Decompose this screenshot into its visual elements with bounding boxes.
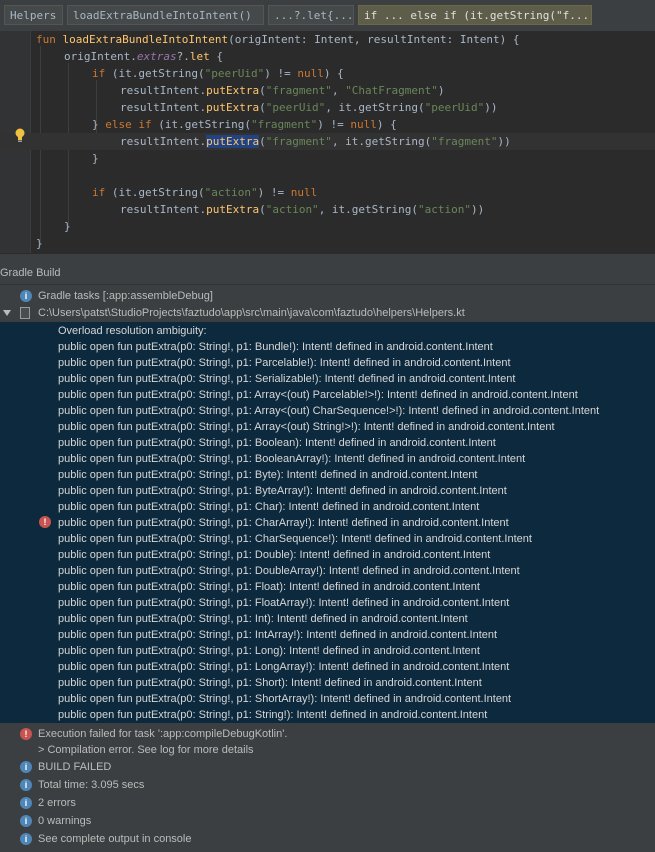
error-line: public open fun putExtra(p0: String!, p1…	[58, 405, 600, 417]
info-icon: i	[20, 761, 32, 773]
error-line: public open fun putExtra(p0: String!, p1…	[58, 357, 511, 369]
build-summary: ! Execution failed for task ':app:compil…	[0, 723, 655, 852]
code-line-1: fun loadExtraBundleIntoIntent(origIntent…	[36, 33, 520, 46]
info-icon: i	[20, 290, 32, 302]
error-line: public open fun putExtra(p0: String!, p1…	[58, 501, 480, 513]
breadcrumb-if-else[interactable]: if ... else if (it.getString("f...	[358, 5, 592, 25]
code-line-11: }	[64, 220, 71, 233]
error-line: public open fun putExtra(p0: String!, p1…	[58, 693, 512, 705]
error-line: public open fun putExtra(p0: String!, p1…	[58, 453, 526, 465]
error-line: public open fun putExtra(p0: String!, p1…	[58, 469, 478, 481]
panel-splitter[interactable]	[0, 253, 655, 264]
error-line: public open fun putExtra(p0: String!, p1…	[58, 709, 488, 721]
code-line-5: resultIntent.putExtra("peerUid", it.getS…	[120, 101, 498, 114]
error-line: public open fun putExtra(p0: String!, p1…	[58, 517, 509, 529]
tree-row-compile-error[interactable]: > Compilation error. See log for more de…	[0, 741, 655, 759]
code-line-7-current: resultIntent.putExtra("fragment", it.get…	[0, 133, 655, 150]
info-icon: i	[20, 815, 32, 827]
tree-row-file-path[interactable]: C:\Users\patst\StudioProjects\faztudo\ap…	[0, 304, 655, 322]
code-line-10: resultIntent.putExtra("action", it.getSt…	[120, 203, 485, 216]
error-line: public open fun putExtra(p0: String!, p1…	[58, 565, 520, 577]
code-line-2: origIntent.extras?.let {	[64, 50, 223, 63]
code-line-3: if (it.getString("peerUid") != null) {	[92, 67, 344, 80]
error-highlight: putExtra	[206, 135, 260, 148]
error-line: public open fun putExtra(p0: String!, p1…	[58, 613, 468, 625]
tree-row-errors[interactable]: i 2 errors	[0, 794, 655, 812]
error-line: public open fun putExtra(p0: String!, p1…	[58, 421, 555, 433]
error-line: public open fun putExtra(p0: String!, p1…	[58, 437, 496, 449]
error-line: public open fun putExtra(p0: String!, p1…	[58, 341, 493, 353]
error-line: public open fun putExtra(p0: String!, p1…	[58, 645, 480, 657]
gradle-build-header: Gradle Build	[0, 264, 655, 285]
tree-row-total-time[interactable]: i Total time: 3.095 secs	[0, 776, 655, 794]
error-line: public open fun putExtra(p0: String!, p1…	[58, 549, 491, 561]
code-line-4: resultIntent.putExtra("fragment", "ChatF…	[120, 84, 445, 97]
breadcrumb-helpers[interactable]: Helpers	[4, 5, 63, 25]
error-line: public open fun putExtra(p0: String!, p1…	[58, 533, 532, 545]
code-line-9: if (it.getString("action") != null	[92, 186, 318, 199]
error-line: public open fun putExtra(p0: String!, p1…	[58, 581, 480, 593]
error-line: public open fun putExtra(p0: String!, p1…	[58, 597, 510, 609]
info-icon: i	[20, 833, 32, 845]
error-line: public open fun putExtra(p0: String!, p1…	[58, 485, 507, 497]
error-line: public open fun putExtra(p0: String!, p1…	[58, 677, 482, 689]
tree-row-see-output[interactable]: i See complete output in console	[0, 830, 655, 848]
tree-row-gradle-tasks[interactable]: i Gradle tasks [:app:assembleDebug]	[0, 287, 655, 305]
tree-row-warnings[interactable]: i 0 warnings	[0, 812, 655, 830]
error-line: public open fun putExtra(p0: String!, p1…	[58, 661, 510, 673]
error-line: Overload resolution ambiguity:	[58, 325, 207, 337]
breadcrumb-let-block[interactable]: ...?.let{...}	[268, 5, 354, 25]
breadcrumb-function[interactable]: loadExtraBundleIntoIntent()	[67, 5, 264, 25]
info-icon: i	[20, 797, 32, 809]
code-line-6: } else if (it.getString("fragment") != n…	[92, 118, 397, 131]
panel-title: Gradle Build	[0, 267, 61, 279]
breadcrumb-bar: Helpers loadExtraBundleIntoIntent() ...?…	[0, 0, 655, 31]
code-line-8: }	[92, 152, 99, 165]
error-icon: !	[39, 516, 51, 528]
error-line: public open fun putExtra(p0: String!, p1…	[58, 389, 578, 401]
code-editor[interactable]: fun loadExtraBundleIntoIntent(origIntent…	[0, 31, 655, 253]
code-line-12: }	[36, 237, 43, 250]
info-icon: i	[20, 779, 32, 791]
error-line: public open fun putExtra(p0: String!, p1…	[58, 629, 498, 641]
error-icon: !	[20, 728, 32, 740]
lightbulb-icon[interactable]	[14, 128, 26, 143]
tree-row-build-failed[interactable]: i BUILD FAILED	[0, 758, 655, 776]
error-line: public open fun putExtra(p0: String!, p1…	[58, 373, 516, 385]
error-message-block[interactable]: ! Overload resolution ambiguity: public o…	[0, 322, 655, 723]
